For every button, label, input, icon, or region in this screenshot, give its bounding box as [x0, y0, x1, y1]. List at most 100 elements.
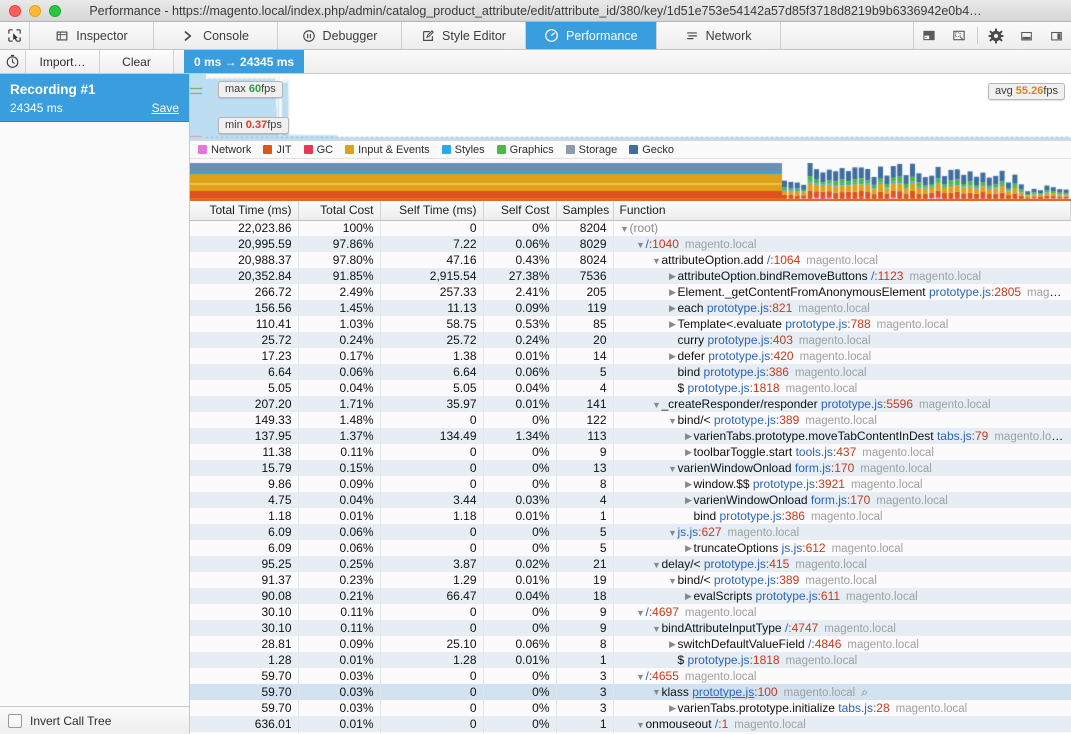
function-source-line[interactable]: :611 — [818, 589, 840, 603]
function-source-url[interactable]: prototype.js — [720, 509, 782, 523]
function-source-line[interactable]: :1818 — [750, 381, 780, 395]
column-header-total-cost[interactable]: Total Cost — [298, 201, 381, 221]
function-source-url[interactable]: prototype.js — [821, 397, 883, 411]
table-row[interactable]: 95.250.25%3.870.02%21delay/< prototype.j… — [190, 556, 1071, 572]
function-source-url[interactable]: prototype.js — [708, 333, 770, 347]
tab-debugger[interactable]: Debugger — [278, 22, 402, 49]
legend-item-gc[interactable]: GC — [303, 144, 333, 156]
function-source-url[interactable]: prototype.js — [785, 317, 847, 331]
cell-function[interactable]: curry prototype.js:403 magento.local — [613, 332, 1071, 348]
table-row[interactable]: 636.010.01%00%1onmouseout /:1magento.loc… — [190, 716, 1071, 732]
chevron-right-icon[interactable] — [668, 319, 678, 330]
column-header-self-cost[interactable]: Self Cost — [483, 201, 557, 221]
function-source-line[interactable]: :627 — [698, 525, 721, 539]
table-row[interactable]: 30.100.11%00%9bindAttributeInputType /:4… — [190, 620, 1071, 636]
cell-function[interactable]: (root) — [613, 220, 1071, 236]
function-source-line[interactable]: :386 — [782, 509, 805, 523]
tab-style-editor[interactable]: Style Editor — [402, 22, 526, 49]
category-graph[interactable] — [190, 159, 1071, 201]
chevron-down-icon[interactable] — [668, 464, 678, 474]
tab-inspector[interactable]: Inspector — [30, 22, 154, 49]
cell-function[interactable]: toolbarToggle.start tools.js:437 magento.… — [613, 444, 1071, 460]
cell-function[interactable]: _createResponder/responder prototype.js:… — [613, 396, 1071, 412]
cell-function[interactable]: attributeOption.add /:1064magento.local — [613, 252, 1071, 268]
table-row[interactable]: 9.860.09%00%8window.$$ prototype.js:3921… — [190, 476, 1071, 492]
table-row[interactable]: 59.700.03%00%3/:4655magento.local — [190, 668, 1071, 684]
chevron-right-icon[interactable] — [668, 287, 678, 298]
chevron-down-icon[interactable] — [652, 560, 662, 570]
chevron-down-icon[interactable] — [652, 624, 662, 634]
function-source-line[interactable]: :4846 — [811, 637, 841, 651]
table-row[interactable]: 20,352.8491.85%2,915.5427.38%7536attribu… — [190, 268, 1071, 284]
cell-function[interactable]: defer prototype.js:420 magento.local — [613, 348, 1071, 364]
chevron-down-icon[interactable] — [636, 240, 646, 250]
settings-button[interactable] — [981, 22, 1011, 49]
chevron-down-icon[interactable] — [636, 672, 646, 682]
function-source-url[interactable]: prototype.js — [714, 413, 776, 427]
table-row[interactable]: 4.750.04%3.440.03%4varienWindowOnload fo… — [190, 492, 1071, 508]
chevron-right-icon[interactable] — [668, 271, 678, 282]
function-source-url[interactable]: js.js — [782, 541, 803, 555]
cell-function[interactable]: varienWindowOnload form.js:170 magento.lo… — [613, 460, 1071, 476]
cell-function[interactable]: each prototype.js:821 magento.local — [613, 300, 1071, 316]
function-source-line[interactable]: :4655 — [649, 669, 679, 683]
cell-function[interactable]: klass prototype.js:100 magento.local ⌕ — [613, 684, 1071, 700]
function-source-line[interactable]: :788 — [847, 317, 870, 331]
function-source-line[interactable]: :389 — [776, 573, 799, 587]
cell-function[interactable]: bind prototype.js:386 magento.local — [613, 508, 1071, 524]
table-row[interactable]: 6.090.06%00%5 truncateOptions js.js:612 ma… — [190, 540, 1071, 556]
function-source-url[interactable]: prototype.js — [714, 573, 776, 587]
framerate-canvas[interactable] — [190, 74, 1071, 140]
column-header-function[interactable]: Function — [613, 201, 1071, 221]
table-row[interactable]: 90.080.21%66.470.04%18evalScripts protot… — [190, 588, 1071, 604]
function-source-url[interactable]: tools.js — [796, 445, 833, 459]
function-source-line[interactable]: :386 — [766, 365, 789, 379]
cell-function[interactable]: delay/< prototype.js:415 magento.local — [613, 556, 1071, 572]
category-canvas[interactable] — [190, 159, 1071, 199]
function-source-url[interactable]: prototype.js — [929, 285, 991, 299]
function-source-line[interactable]: :403 — [770, 333, 793, 347]
cell-function[interactable]: bind/< prototype.js:389 magento.local — [613, 412, 1071, 428]
table-row[interactable]: 137.951.37%134.491.34%113 varienTabs.prot… — [190, 428, 1071, 444]
table-row[interactable]: 6.64 0.06% 6.64 0.06% 5 bind prototype.js:386… — [190, 364, 1071, 380]
chevron-down-icon[interactable] — [668, 528, 678, 538]
dock-side-button[interactable] — [1041, 22, 1071, 49]
function-source-line[interactable]: :389 — [776, 413, 799, 427]
legend-item-jit[interactable]: JIT — [263, 144, 292, 156]
function-source-line[interactable]: :5596 — [883, 397, 913, 411]
chevron-down-icon[interactable] — [668, 416, 678, 426]
function-source-line[interactable]: :4697 — [649, 605, 679, 619]
chevron-right-icon[interactable] — [668, 303, 678, 314]
function-source-url[interactable]: prototype.js — [756, 589, 818, 603]
table-row[interactable]: 11.380.11%00%9toolbarToggle.start tools.… — [190, 444, 1071, 460]
cell-function[interactable]: varienTabs.prototype.initialize tabs.js:… — [613, 700, 1071, 716]
table-row[interactable]: 1.28 0.01% 1.28 0.01% 1 $ prototype.js:1818 ma… — [190, 652, 1071, 668]
function-source-url[interactable]: prototype.js — [704, 365, 766, 379]
table-row[interactable]: 110.411.03%58.750.53%85Template<.evaluat… — [190, 316, 1071, 332]
function-source-line[interactable]: :170 — [831, 461, 854, 475]
table-row[interactable]: 149.331.48%00%122bind/< prototype.js:389… — [190, 412, 1071, 428]
cell-function[interactable]: /:4655magento.local — [613, 668, 1071, 684]
cell-function[interactable]: Template<.evaluate prototype.js:788 magen… — [613, 316, 1071, 332]
function-source-line[interactable]: :437 — [833, 445, 856, 459]
cell-function[interactable]: varienTabs.prototype.moveTabContentInDes… — [613, 428, 1071, 444]
recording-range-label[interactable]: 0 ms → 24345 ms — [184, 50, 305, 73]
cell-function[interactable]: varienWindowOnload form.js:170 magento.lo… — [613, 492, 1071, 508]
clear-button[interactable]: Clear — [100, 50, 174, 73]
function-source-url[interactable]: form.js — [811, 493, 847, 507]
chevron-right-icon[interactable] — [684, 591, 694, 602]
cell-function[interactable]: bind/< prototype.js:389 magento.local — [613, 572, 1071, 588]
chevron-down-icon[interactable] — [652, 256, 662, 266]
pick-element-button[interactable] — [0, 22, 30, 49]
table-row[interactable]: 20,988.3797.80%47.160.43%8024 attributeOp… — [190, 252, 1071, 268]
cell-function[interactable]: window.$$ prototype.js:3921 magento.local — [613, 476, 1071, 492]
cell-function[interactable]: /:1040magento.local — [613, 236, 1071, 252]
table-row[interactable]: 156.561.45%11.130.09%119each prototype.j… — [190, 300, 1071, 316]
column-header-total-time-ms[interactable]: Total Time (ms) — [190, 201, 299, 221]
import-button[interactable]: Import… — [26, 50, 100, 73]
column-header-self-time-ms[interactable]: Self Time (ms) — [380, 201, 484, 221]
function-source-line[interactable]: :28 — [873, 701, 890, 715]
cell-function[interactable]: js.js:627 magento.local — [613, 524, 1071, 540]
chevron-right-icon[interactable] — [668, 351, 678, 362]
table-row[interactable]: 15.790.15%00%13varienWindowOnload form.j… — [190, 460, 1071, 476]
